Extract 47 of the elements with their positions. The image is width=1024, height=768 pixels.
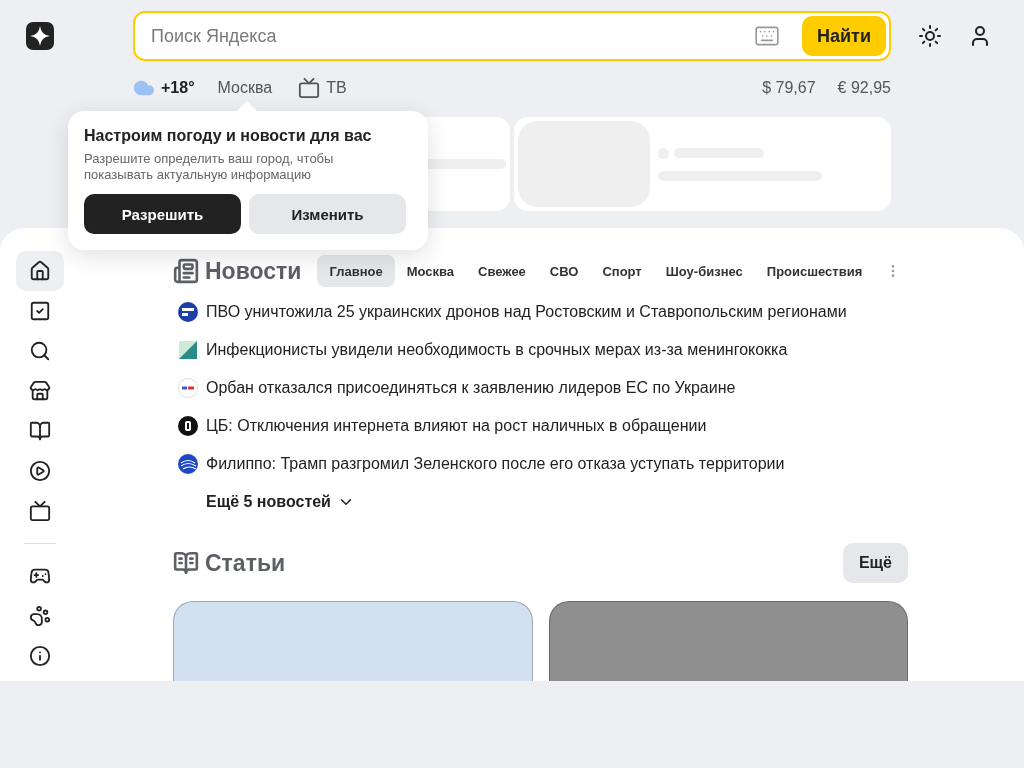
search-icon: [29, 340, 51, 362]
book-icon: [29, 420, 51, 442]
news-headline[interactable]: ЦБ: Отключения интернета влияют на рост наличных в обращении: [206, 417, 707, 435]
popup-title: Настроим погоду и новости для вас: [84, 127, 373, 145]
logo-icon[interactable]: [26, 22, 54, 50]
sidebar-item[interactable]: [16, 251, 64, 291]
source-logo-icon: [178, 340, 198, 360]
source-logo-icon: [178, 378, 198, 398]
news-tab[interactable]: Москва: [394, 255, 467, 287]
section-title[interactable]: Новости: [205, 257, 302, 285]
allow-button[interactable]: Разрешить: [84, 194, 241, 234]
news-tab[interactable]: Главное: [317, 255, 395, 287]
search-field[interactable]: Поиск Яндекса Найти: [133, 11, 891, 61]
city-link[interactable]: Москва: [217, 79, 273, 97]
currency-rate[interactable]: € 92,95: [837, 79, 891, 97]
news-headline[interactable]: Филиппо: Трамп разгромил Зеленского после его отказа уступать территории: [206, 455, 785, 473]
play-icon: [29, 460, 51, 482]
news-tab[interactable]: Шоу-бизнес: [653, 255, 755, 287]
paw-icon: [29, 605, 51, 627]
source-logo-icon: [178, 454, 198, 474]
search-button[interactable]: Найти: [802, 16, 886, 56]
news-tab[interactable]: Происшествия: [754, 255, 875, 287]
news-tab[interactable]: Свежее: [466, 255, 538, 287]
tv-icon[interactable]: [298, 77, 321, 99]
temperature[interactable]: +18°: [161, 79, 195, 97]
more-news-link[interactable]: Ещё 5 новостей: [206, 483, 355, 521]
news-tab[interactable]: Спорт: [590, 255, 654, 287]
newspaper-icon: [173, 258, 199, 284]
more-button[interactable]: Ещё: [842, 543, 908, 583]
checkbox-icon: [29, 300, 51, 322]
book-icon: [173, 550, 199, 576]
news-headline[interactable]: ПВО уничтожила 25 украинских дронов над Ростовским и Ставропольским регионами: [206, 303, 847, 321]
change-button[interactable]: Изменить: [249, 194, 406, 234]
home-icon: [29, 260, 51, 282]
currency-rate[interactable]: $ 79,67: [762, 79, 816, 97]
section-title[interactable]: Статьи: [205, 549, 286, 577]
store-icon: [29, 380, 51, 402]
popup-text: Разрешите определить ваш город, чтобы показывать актуальную информацию: [84, 151, 335, 183]
sun-icon[interactable]: [918, 24, 942, 48]
tv-icon: [29, 500, 51, 522]
source-logo-icon: [178, 302, 198, 322]
tv-link[interactable]: ТВ: [326, 79, 347, 97]
news-headline[interactable]: Инфекционисты увидели необходимость в срочных мерах из-за менингококка: [206, 341, 788, 359]
source-logo-icon: [178, 416, 198, 436]
news-tab[interactable]: СВО: [537, 255, 591, 287]
news-headline[interactable]: Орбан отказался присоединяться к заявлению лидеров ЕС по Украине: [206, 379, 736, 397]
info-icon: [29, 645, 51, 667]
